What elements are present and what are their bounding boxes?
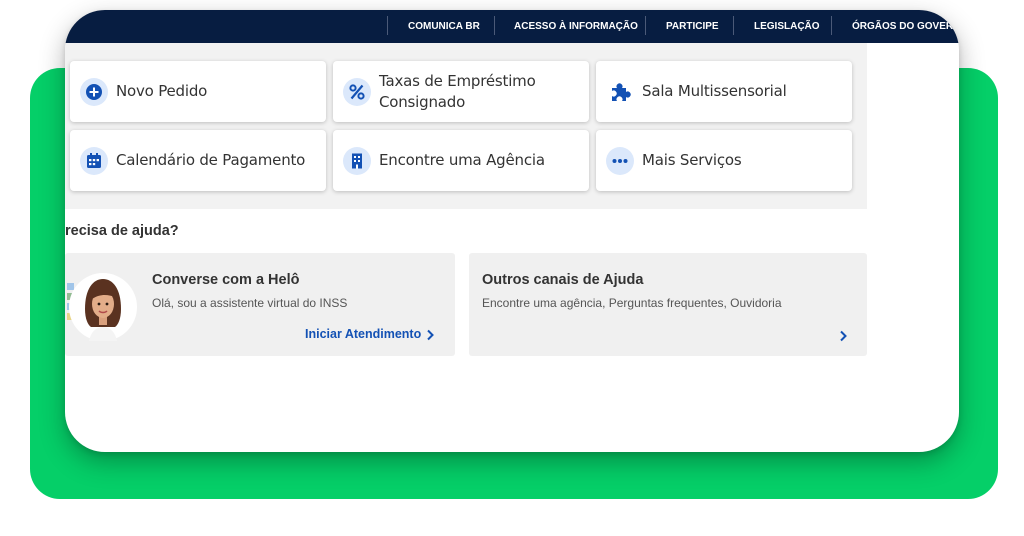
service-label: Encontre uma Agência [379, 151, 545, 169]
topbar-link-orgaos-governo[interactable]: ÓRGÃOS DO GOVERNO [852, 10, 959, 43]
assistant-heading: Converse com a Helô [152, 272, 300, 288]
topbar-separator [494, 16, 495, 35]
building-icon [343, 146, 371, 175]
services-section: Novo Pedido Taxas de Empréstimo Consigna… [65, 43, 867, 209]
assistant-subtitle: Olá, sou a assistente virtual do INSS [152, 296, 348, 310]
assistant-avatar [65, 269, 141, 341]
channels-heading: Outros canais de Ajuda [482, 272, 644, 288]
start-chat-link[interactable]: Iniciar Atendimento [305, 327, 421, 341]
topbar-separator [645, 16, 646, 35]
calendar-icon [80, 146, 108, 175]
plus-circle-icon [80, 77, 108, 106]
channels-subtitle: Encontre uma agência, Perguntas frequent… [482, 296, 782, 310]
browser-window: COMUNICA BR ACESSO À INFORMAÇÃO PARTICIP… [65, 10, 959, 452]
service-card-sala-multissensorial[interactable]: Sala Multissensorial [596, 61, 852, 122]
other-channels-card[interactable]: Outros canais de Ajuda Encontre uma agên… [469, 253, 867, 356]
service-card-taxas-emprestimo[interactable]: Taxas de Empréstimo Consignado [333, 61, 589, 122]
service-label: Calendário de Pagamento [116, 151, 306, 169]
topbar-separator [733, 16, 734, 35]
service-label: Sala Multissensorial [642, 82, 787, 100]
service-label: Mais Serviços [642, 151, 742, 169]
service-card-novo-pedido[interactable]: Novo Pedido [70, 61, 326, 122]
topbar-separator [831, 16, 832, 35]
puzzle-icon [606, 78, 634, 106]
more-dots-icon [606, 146, 634, 175]
chevron-right-icon[interactable] [839, 330, 847, 342]
chevron-right-icon [427, 329, 434, 341]
government-top-bar: COMUNICA BR ACESSO À INFORMAÇÃO PARTICIP… [65, 10, 959, 43]
topbar-link-legislacao[interactable]: LEGISLAÇÃO [754, 10, 820, 43]
service-label: Taxas de Empréstimo Consignado [379, 71, 536, 111]
topbar-separator [387, 16, 388, 35]
help-section-title: recisa de ajuda? [65, 223, 179, 239]
service-label: Novo Pedido [116, 82, 208, 100]
percent-icon [343, 77, 371, 106]
service-card-mais-servicos[interactable]: Mais Serviços [596, 130, 852, 191]
topbar-link-participe[interactable]: PARTICIPE [666, 10, 719, 43]
topbar-link-comunica-br[interactable]: COMUNICA BR [408, 10, 480, 43]
topbar-link-acesso-informacao[interactable]: ACESSO À INFORMAÇÃO [514, 10, 638, 43]
assistant-card[interactable]: Converse com a Helô Olá, sou a assistent… [65, 253, 455, 356]
service-card-encontre-agencia[interactable]: Encontre uma Agência [333, 130, 589, 191]
service-card-calendario-pagamento[interactable]: Calendário de Pagamento [70, 130, 326, 191]
